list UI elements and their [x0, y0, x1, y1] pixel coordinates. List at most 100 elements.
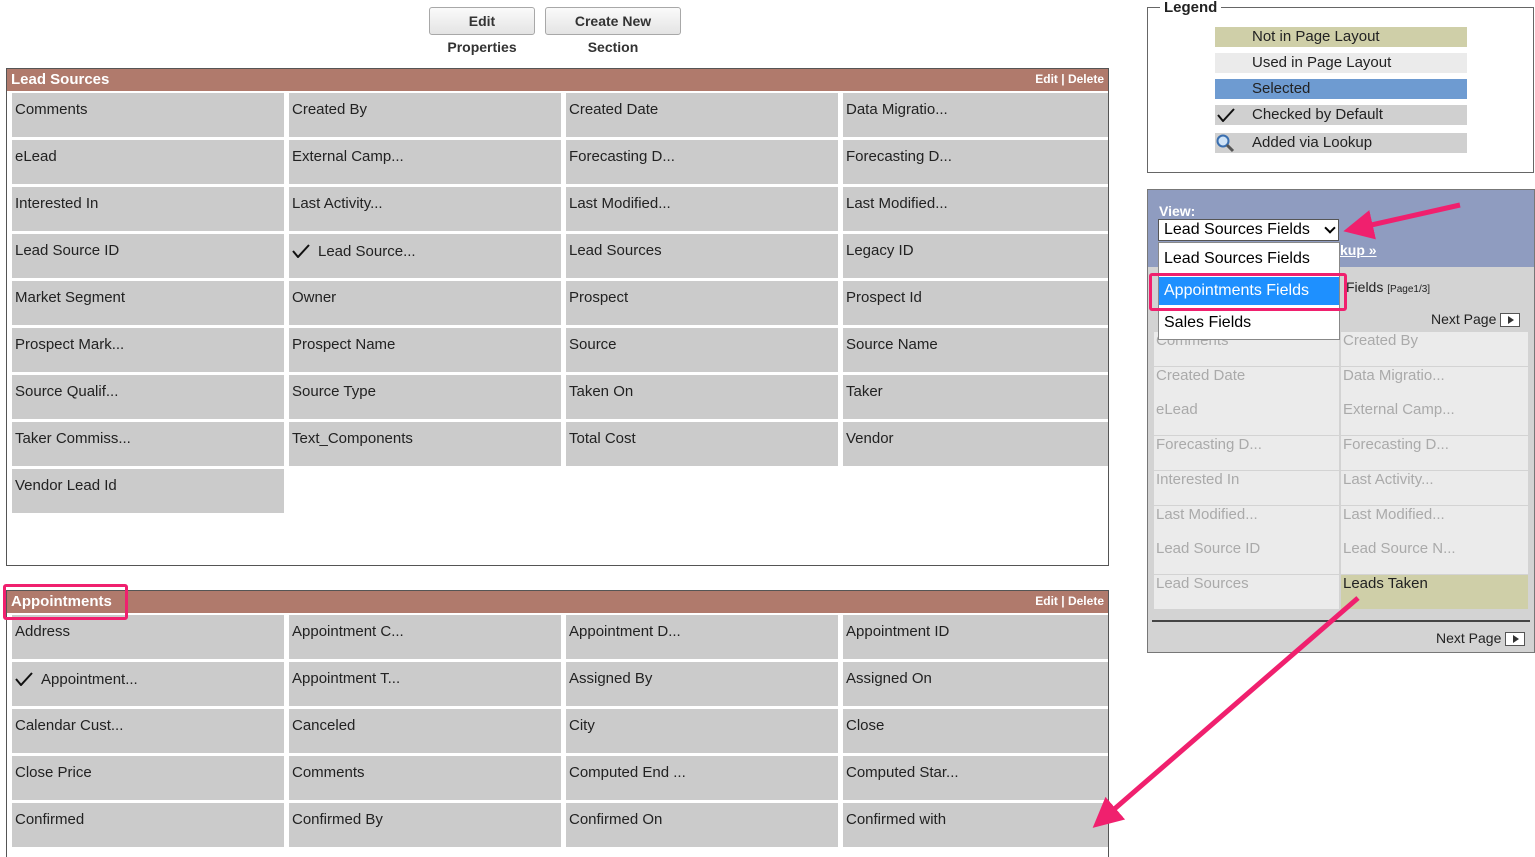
palette-field[interactable]: Created By: [1341, 332, 1528, 366]
field-cell[interactable]: Taker Commiss...: [12, 422, 284, 466]
field-cell[interactable]: Confirmed By: [289, 803, 561, 847]
fields-title: Fields [Page1/3]: [1346, 279, 1431, 295]
chevron-down-icon: [1324, 222, 1336, 234]
create-new-section-button[interactable]: Create New Section: [545, 7, 681, 55]
field-cell[interactable]: Prospect Name: [289, 328, 561, 372]
field-cell[interactable]: Source Qualif...: [12, 375, 284, 419]
field-cell[interactable]: Assigned On: [843, 662, 1108, 706]
annotation-box-appointments-fields: [1149, 273, 1347, 311]
view-select[interactable]: Lead Sources Fields: [1158, 219, 1339, 241]
field-cell[interactable]: Lead Source...: [289, 234, 561, 278]
field-cell[interactable]: eLead: [12, 140, 284, 184]
palette-field[interactable]: Created Date: [1154, 366, 1339, 401]
field-cell[interactable]: Confirmed with: [843, 803, 1108, 847]
field-cell[interactable]: Appointment T...: [289, 662, 561, 706]
palette-field[interactable]: Leads Taken: [1341, 574, 1528, 609]
field-cell[interactable]: Created By: [289, 93, 561, 137]
section-edit-link[interactable]: Edit: [1035, 594, 1058, 608]
field-cell[interactable]: Canceled: [289, 709, 561, 753]
palette-field[interactable]: Lead Source N...: [1341, 540, 1528, 575]
section-edit-link[interactable]: Edit: [1035, 72, 1058, 86]
field-cell[interactable]: Market Segment: [12, 281, 284, 325]
field-cell[interactable]: Legacy ID: [843, 234, 1108, 278]
field-cell[interactable]: Forecasting D...: [566, 140, 838, 184]
field-cell[interactable]: Last Modified...: [843, 187, 1108, 231]
palette-field[interactable]: Forecasting D...: [1154, 436, 1339, 471]
field-cell[interactable]: Appointment D...: [566, 615, 838, 659]
field-cell[interactable]: Computed Star...: [843, 756, 1108, 800]
next-page-button-top[interactable]: Next Page: [1431, 311, 1521, 328]
palette-field[interactable]: eLead: [1154, 401, 1339, 436]
legend-item: Selected: [1215, 79, 1467, 99]
field-label: Taken On: [569, 383, 634, 400]
field-cell[interactable]: Address: [12, 615, 284, 659]
field-cell[interactable]: Appointment...: [12, 662, 284, 706]
palette-field[interactable]: Lead Sources: [1154, 574, 1339, 609]
field-cell[interactable]: Source Type: [289, 375, 561, 419]
legend-item: Checked by Default: [1215, 105, 1467, 125]
field-cell[interactable]: External Camp...: [289, 140, 561, 184]
field-cell[interactable]: Taken On: [566, 375, 838, 419]
field-cell[interactable]: Interested In: [12, 187, 284, 231]
field-cell[interactable]: Lead Source ID: [12, 234, 284, 278]
field-cell[interactable]: Forecasting D...: [843, 140, 1108, 184]
field-cell[interactable]: Calendar Cust...: [12, 709, 284, 753]
quick-lookup-link[interactable]: kup »: [1340, 242, 1377, 258]
field-cell[interactable]: Last Modified...: [566, 187, 838, 231]
legend-label: Added via Lookup: [1252, 134, 1373, 151]
field-label: Confirmed On: [569, 811, 663, 828]
field-cell[interactable]: Computed End ...: [566, 756, 838, 800]
dropdown-option[interactable]: Sales Fields: [1159, 309, 1339, 337]
field-label: eLead: [15, 148, 57, 165]
dropdown-option[interactable]: Lead Sources Fields: [1159, 245, 1339, 273]
section-delete-link[interactable]: Delete: [1068, 72, 1104, 86]
palette-field[interactable]: Last Modified...: [1341, 505, 1528, 540]
field-cell[interactable]: Source Name: [843, 328, 1108, 372]
field-cell[interactable]: Comments: [289, 756, 561, 800]
field-cell[interactable]: Prospect Id: [843, 281, 1108, 325]
field-label: Prospect Name: [292, 336, 396, 353]
next-arrow-icon: [1500, 313, 1521, 328]
field-cell[interactable]: Text_Components: [289, 422, 561, 466]
palette-field[interactable]: Forecasting D...: [1341, 436, 1528, 471]
field-cell[interactable]: Total Cost: [566, 422, 838, 466]
field-label: Owner: [292, 289, 337, 306]
field-cell[interactable]: Prospect: [566, 281, 838, 325]
field-cell[interactable]: Lead Sources: [566, 234, 838, 278]
field-cell[interactable]: Vendor Lead Id: [12, 469, 284, 513]
field-cell[interactable]: Confirmed On: [566, 803, 838, 847]
field-cell[interactable]: Created Date: [566, 93, 838, 137]
field-cell[interactable]: Vendor: [843, 422, 1108, 466]
checkmark-icon: [15, 672, 33, 687]
field-label: Market Segment: [15, 289, 126, 306]
field-label: Confirmed with: [846, 811, 947, 828]
section-title: Lead Sources: [11, 71, 110, 88]
field-cell[interactable]: Owner: [289, 281, 561, 325]
palette-field[interactable]: Interested In: [1154, 470, 1339, 505]
field-label: Forecasting D...: [569, 148, 675, 165]
field-cell[interactable]: Last Activity...: [289, 187, 561, 231]
field-cell[interactable]: Data Migratio...: [843, 93, 1108, 137]
palette-field[interactable]: Data Migratio...: [1341, 366, 1528, 401]
field-cell[interactable]: Confirmed: [12, 803, 284, 847]
palette-field[interactable]: Last Modified...: [1154, 505, 1339, 540]
field-cell[interactable]: Prospect Mark...: [12, 328, 284, 372]
field-cell[interactable]: Close: [843, 709, 1108, 753]
field-cell[interactable]: City: [566, 709, 838, 753]
field-cell[interactable]: Close Price: [12, 756, 284, 800]
field-cell[interactable]: Taker: [843, 375, 1108, 419]
palette-field[interactable]: Lead Source ID: [1154, 540, 1339, 575]
palette-field[interactable]: Last Activity...: [1341, 470, 1528, 505]
next-page-button-bottom[interactable]: Next Page: [1436, 630, 1526, 647]
section-delete-link[interactable]: Delete: [1068, 594, 1104, 608]
field-label: Last Activity...: [292, 195, 383, 212]
page-indicator: [Page1/3]: [1387, 284, 1431, 295]
field-cell[interactable]: Source: [566, 328, 838, 372]
field-cell[interactable]: Assigned By: [566, 662, 838, 706]
edit-properties-button[interactable]: Edit Properties: [429, 7, 535, 55]
field-cell[interactable]: Appointment ID: [843, 615, 1108, 659]
field-cell[interactable]: Appointment C...: [289, 615, 561, 659]
field-cell[interactable]: Comments: [12, 93, 284, 137]
palette-field[interactable]: External Camp...: [1341, 401, 1528, 436]
field-label: Appointment T...: [292, 670, 401, 687]
